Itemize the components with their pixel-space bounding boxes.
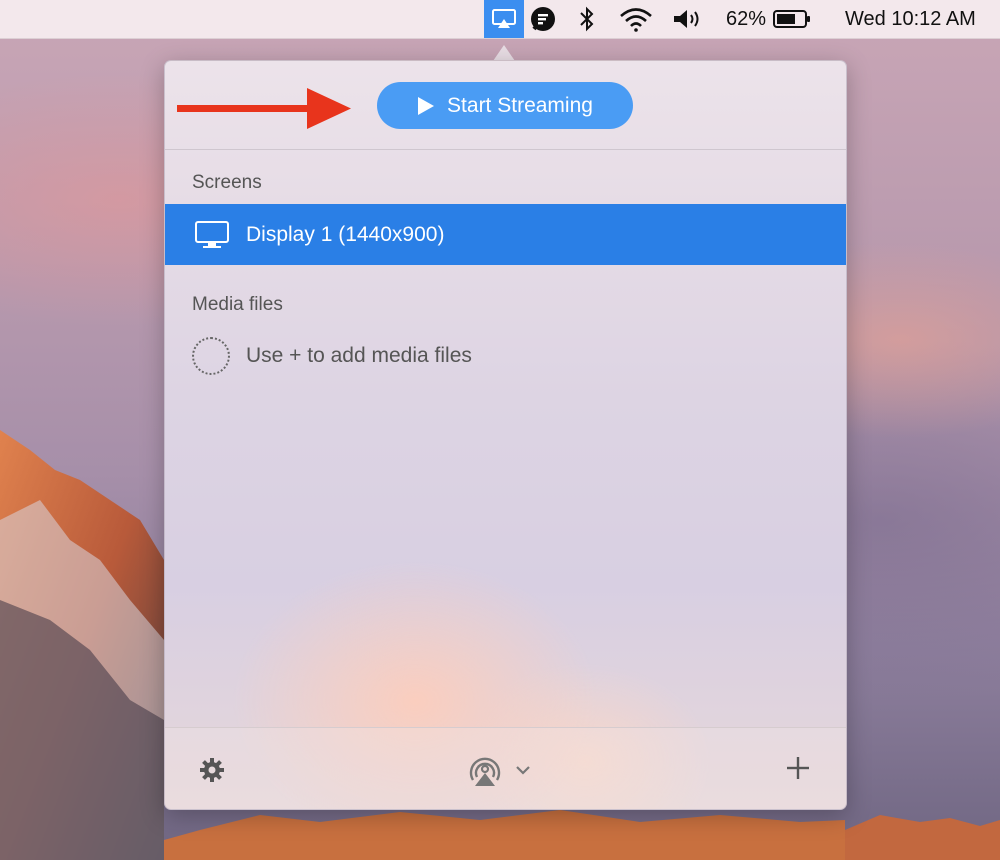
play-icon: [418, 96, 435, 115]
airplay-icon: [492, 9, 516, 28]
media-section-title: Media files: [192, 294, 283, 315]
menu-bar: 62% Wed 10:12 AM: [0, 0, 1000, 39]
popover-caret: [493, 45, 515, 61]
screen-item-display-1[interactable]: Display 1 (1440x900): [165, 204, 846, 265]
start-streaming-button[interactable]: Start Streaming: [377, 82, 633, 129]
screens-section-title: Screens: [192, 172, 262, 193]
settings-button[interactable]: [199, 757, 225, 788]
airplay-device-selector[interactable]: [465, 752, 531, 788]
airplay-menubar-button[interactable]: [484, 0, 524, 38]
chevron-down-icon: [516, 766, 530, 775]
monitor-icon: [195, 220, 229, 248]
annotation-arrow: [177, 88, 351, 129]
start-streaming-label: Start Streaming: [447, 93, 593, 117]
volume-menubar-button[interactable]: [672, 0, 704, 38]
empty-media-placeholder-icon: [192, 337, 230, 375]
add-media-button[interactable]: [785, 755, 811, 786]
bluetooth-menubar-button[interactable]: [578, 0, 596, 38]
chat-app-menubar-button[interactable]: [529, 0, 557, 38]
media-empty-state: Use + to add media files: [192, 337, 472, 375]
media-empty-text: Use + to add media files: [246, 344, 472, 367]
bluetooth-icon: [580, 6, 594, 32]
battery-icon: [773, 10, 811, 28]
chat-app-icon: [531, 7, 555, 31]
wifi-icon: [620, 8, 652, 32]
screen-item-label: Display 1 (1440x900): [246, 222, 445, 246]
volume-icon: [674, 10, 699, 28]
wifi-menubar-button[interactable]: [618, 0, 654, 38]
clock-menubar-item[interactable]: Wed 10:12 AM: [845, 0, 976, 38]
popover-footer: [165, 727, 846, 809]
airplay-popover: Start Streaming Screens Display 1 (1440x…: [164, 60, 847, 810]
battery-percent: 62%: [726, 7, 767, 30]
clock: Wed 10:12 AM: [845, 7, 976, 30]
gear-icon: [200, 758, 224, 782]
plus-icon: [787, 757, 809, 779]
airplay-cast-icon: [469, 757, 501, 786]
battery-menubar-button[interactable]: 62%: [726, 0, 812, 38]
